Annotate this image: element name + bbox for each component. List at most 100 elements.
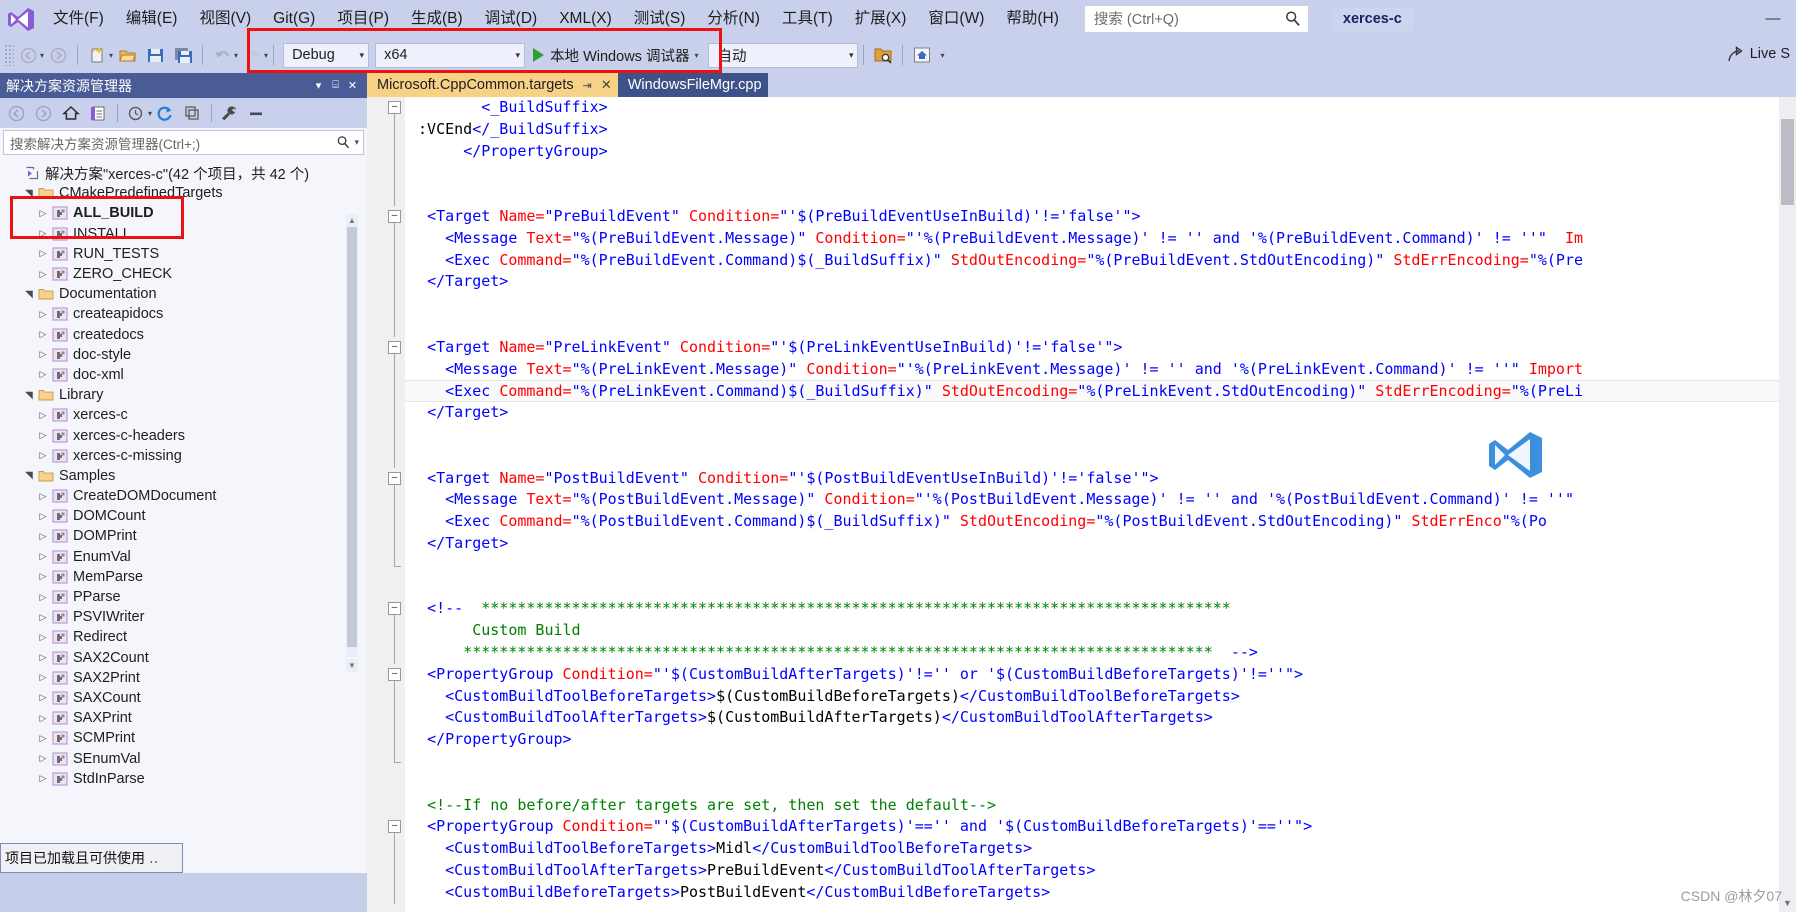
fold-collapse-icon[interactable]: −: [388, 471, 401, 485]
tree-row-zero-check[interactable]: ▷ ZERO_CHECK: [0, 264, 352, 284]
expander-expanded-icon[interactable]: ◢: [24, 388, 35, 402]
debug-auto-combo[interactable]: 自动 ▾: [708, 42, 859, 68]
expander-collapsed-icon[interactable]: ▷: [36, 652, 50, 663]
solution-platform-combo[interactable]: x64 ▾: [375, 42, 526, 68]
tree-row-domcount[interactable]: ▷ DOMCount: [0, 506, 352, 526]
fold-collapse-icon[interactable]: −: [388, 340, 401, 354]
code-line[interactable]: <CustomBuildToolBeforeTargets>Midl</Cust…: [405, 838, 1779, 860]
start-debug-dropdown-icon[interactable]: ▾: [694, 51, 698, 60]
redo-dropdown-icon[interactable]: ▾: [264, 51, 268, 60]
code-line[interactable]: [405, 555, 1779, 577]
start-debug-play-icon[interactable]: [533, 48, 545, 62]
menu-item-analyze[interactable]: 分析(N): [696, 5, 771, 33]
live-share-button[interactable]: Live S: [1727, 45, 1790, 63]
navigate-backward-dropdown-icon[interactable]: ▾: [40, 51, 44, 60]
code-line[interactable]: <Target Name="PreBuildEvent" Condition="…: [405, 206, 1779, 228]
expander-collapsed-icon[interactable]: ▷: [36, 672, 50, 683]
code-line[interactable]: <Exec Command="%(PreLinkEvent.Command)$(…: [405, 380, 1779, 403]
pin-icon[interactable]: ⇥: [583, 79, 592, 92]
tree-row-install[interactable]: ▷ INSTALL: [0, 224, 352, 244]
quick-search-box[interactable]: 搜索 (Ctrl+Q): [1083, 4, 1309, 33]
close-icon[interactable]: ✕: [344, 75, 361, 97]
tree-row-pparse[interactable]: ▷ PParse: [0, 587, 352, 607]
code-line[interactable]: <!-- ***********************************…: [405, 598, 1779, 620]
preview-selected-items-icon[interactable]: [870, 42, 896, 68]
fold-collapse-icon[interactable]: −: [388, 210, 401, 223]
tree-row-saxprint[interactable]: ▷ SAXPrint: [0, 708, 352, 728]
code-line[interactable]: </Target>: [405, 271, 1779, 293]
tree-row-library[interactable]: ◢ Library: [0, 385, 352, 405]
code-line[interactable]: <_BuildSuffix>: [405, 97, 1779, 119]
expander-collapsed-icon[interactable]: ▷: [36, 773, 50, 784]
expander-collapsed-icon[interactable]: ▷: [36, 450, 50, 461]
code-line[interactable]: <PropertyGroup Condition="'$(CustomBuild…: [405, 664, 1779, 686]
fold-collapse-icon[interactable]: −: [388, 602, 401, 616]
code-line[interactable]: <Exec Command="%(PreBuildEvent.Command)$…: [405, 250, 1779, 272]
code-line[interactable]: </PropertyGroup>: [405, 141, 1779, 163]
expander-collapsed-icon[interactable]: ▷: [36, 511, 50, 522]
back-icon[interactable]: [4, 101, 29, 126]
expander-collapsed-icon[interactable]: ▷: [36, 430, 50, 441]
code-line[interactable]: [405, 446, 1779, 468]
code-line[interactable]: <CustomBuildToolBeforeTargets>$(CustomBu…: [405, 686, 1779, 708]
properties-icon[interactable]: [217, 101, 242, 126]
menu-item-xml[interactable]: XML(X): [548, 5, 623, 33]
tree-row-xerces-c-headers[interactable]: ▷ xerces-c-headers: [0, 425, 352, 445]
menu-item-edit[interactable]: 编辑(E): [115, 5, 189, 33]
show-all-files-icon[interactable]: [85, 101, 110, 126]
expander-expanded-icon[interactable]: ◢: [24, 469, 35, 483]
redo-icon[interactable]: [239, 42, 265, 68]
code-line[interactable]: </Target>: [405, 402, 1779, 424]
navigate-backward-icon[interactable]: [15, 42, 41, 68]
tree-row-redirect[interactable]: ▷ Redirect: [0, 627, 352, 647]
menu-item-build[interactable]: 生成(B): [400, 5, 474, 33]
expander-collapsed-icon[interactable]: ▷: [36, 248, 50, 259]
expander-collapsed-icon[interactable]: ▷: [36, 753, 50, 764]
expander-collapsed-icon[interactable]: ▷: [36, 329, 50, 340]
code-line[interactable]: <Message Text="%(PostBuildEvent.Message)…: [405, 489, 1779, 511]
refresh-icon[interactable]: [152, 101, 177, 126]
expander-collapsed-icon[interactable]: ▷: [36, 208, 50, 219]
code-line[interactable]: </Target>: [405, 533, 1779, 555]
collapse-all-icon[interactable]: [179, 101, 204, 126]
preview-icon[interactable]: [244, 101, 269, 126]
tree-row-sax2count[interactable]: ▷ SAX2Count: [0, 648, 352, 668]
tree-row-enumval[interactable]: ▷ EnumVal: [0, 547, 352, 567]
fold-collapse-icon[interactable]: −: [388, 101, 401, 114]
menu-item-tools[interactable]: 工具(T): [771, 5, 844, 33]
chevron-down-icon[interactable]: ▾: [354, 137, 359, 148]
tree-row-xerces-c[interactable]: ▷ xerces-c: [0, 405, 352, 425]
code-line[interactable]: </PropertyGroup>: [405, 729, 1779, 751]
menu-item-window[interactable]: 窗口(W): [917, 5, 995, 33]
tree-row-run-tests[interactable]: ▷ RUN_TESTS: [0, 244, 352, 264]
solution-tree[interactable]: 解决方案"xerces-c"(42 个项目，共 42 个) ◢ CMakePred…: [0, 163, 352, 873]
expander-expanded-icon[interactable]: ◢: [24, 186, 35, 200]
menu-item-extensions[interactable]: 扩展(X): [844, 5, 918, 33]
tree-row-all-build[interactable]: ▷ ALL_BUILD: [0, 203, 352, 223]
expander-collapsed-icon[interactable]: ▷: [36, 551, 50, 562]
tree-row-domprint[interactable]: ▷ DOMPrint: [0, 526, 352, 546]
home-icon[interactable]: [909, 42, 935, 68]
save-all-icon[interactable]: [170, 42, 196, 68]
code-line[interactable]: [405, 773, 1779, 795]
expander-collapsed-icon[interactable]: ▷: [36, 571, 50, 582]
pin-icon[interactable]: ⌸: [327, 75, 344, 97]
tree-row-createdomdocument[interactable]: ▷ CreateDOMDocument: [0, 486, 352, 506]
expander-collapsed-icon[interactable]: ▷: [36, 228, 50, 239]
menu-item-help[interactable]: 帮助(H): [995, 5, 1070, 33]
code-line[interactable]: [405, 424, 1779, 446]
expander-collapsed-icon[interactable]: ▷: [36, 349, 50, 360]
expander-expanded-icon[interactable]: ◢: [24, 287, 35, 301]
tab-windowsfilemgr-cpp[interactable]: WindowsFileMgr.cpp: [617, 73, 768, 97]
expander-collapsed-icon[interactable]: ▷: [36, 309, 50, 320]
undo-icon[interactable]: [209, 42, 235, 68]
code-text[interactable]: <_BuildSuffix> :VCEnd</_BuildSuffix> </P…: [405, 97, 1779, 912]
fold-collapse-icon[interactable]: −: [388, 667, 401, 681]
toolbar-grip-handle[interactable]: [4, 44, 14, 66]
code-line[interactable]: <CustomBuildBeforeTargets>PostBuildEvent…: [405, 882, 1779, 904]
tree-row-solution-root[interactable]: 解决方案"xerces-c"(42 个项目，共 42 个): [0, 163, 352, 183]
expander-collapsed-icon[interactable]: ▷: [36, 531, 50, 542]
code-line[interactable]: Custom Build: [405, 620, 1779, 642]
home-icon[interactable]: [58, 101, 83, 126]
code-line[interactable]: <Exec Command="%(PostBuildEvent.Command)…: [405, 511, 1779, 533]
